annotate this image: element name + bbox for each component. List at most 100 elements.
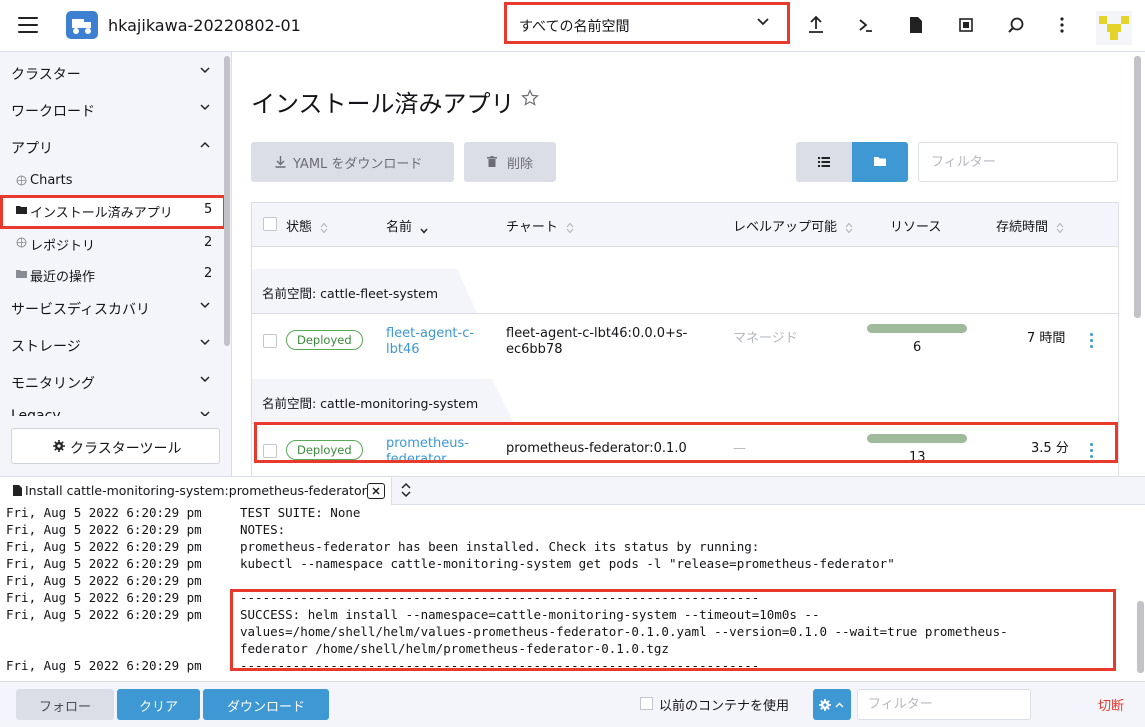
- log-timestamp: Fri, Aug 5 2022 6:20:29 pm: [6, 522, 202, 537]
- clear-button[interactable]: クリア: [117, 689, 200, 720]
- main-content: インストール済みアプリ YAML をダウンロード 削除 状態 名前 チャート: [232, 52, 1145, 476]
- filter-input[interactable]: [918, 142, 1118, 182]
- log-timestamp: Fri, Aug 5 2022 6:20:29 pm: [6, 658, 202, 673]
- upload-icon[interactable]: [805, 14, 827, 36]
- user-avatar[interactable]: [1096, 11, 1132, 45]
- log-timestamp: Fri, Aug 5 2022 6:20:29 pm: [6, 573, 202, 588]
- column-chart[interactable]: チャート: [506, 216, 574, 235]
- sidebar-item-installed-apps[interactable]: インストール済みアプリ 5: [0, 195, 226, 229]
- upgradable-value: マネージド: [733, 331, 798, 346]
- app-name-link[interactable]: fleet-agent-c- lbt46: [386, 326, 474, 358]
- file-icon[interactable]: [905, 14, 927, 36]
- file-icon: [13, 485, 22, 496]
- group-by-namespace-toggle[interactable]: [852, 142, 908, 182]
- main-scrollbar[interactable]: [1134, 56, 1141, 318]
- sidebar: クラスター ワークロード アプリ Charts インストール済みアプリ 5 レポ…: [0, 52, 232, 476]
- disconnect-link[interactable]: 切断: [1098, 695, 1124, 714]
- gear-icon: [53, 440, 65, 452]
- list-view-toggle[interactable]: [796, 142, 852, 182]
- trash-icon: [487, 156, 497, 167]
- log-line: prometheus-federator has been installed.…: [240, 539, 760, 554]
- star-icon[interactable]: [521, 89, 539, 107]
- sidebar-item-repositories[interactable]: レポジトリ 2: [0, 228, 222, 258]
- chevron-down-icon: [200, 67, 210, 74]
- sidebar-item-recent-operations[interactable]: 最近の操作 2: [0, 259, 222, 289]
- chevron-down-icon: [200, 411, 210, 416]
- log-filter-input[interactable]: [857, 689, 1031, 720]
- namespace-group-header: 名前空間: cattle-fleet-system: [252, 269, 1118, 313]
- terminal-footer: フォロー クリア ダウンロード 以前のコンテナを使用 切断: [0, 681, 1145, 727]
- log-line: kubectl --namespace cattle-monitoring-sy…: [240, 556, 895, 571]
- sidebar-group-service-discovery[interactable]: サービスディスカバリ: [0, 289, 222, 325]
- cluster-name: hkajikawa-20220802-01: [108, 16, 301, 35]
- follow-button[interactable]: フォロー: [16, 689, 114, 720]
- globe-icon: [16, 175, 27, 186]
- expand-collapse-icon[interactable]: [400, 481, 412, 499]
- row-checkbox[interactable]: [263, 334, 277, 348]
- log-line: TEST SUITE: None: [240, 505, 361, 520]
- download-yaml-button[interactable]: YAML をダウンロード: [251, 142, 454, 182]
- sidebar-group-monitoring[interactable]: モニタリング: [0, 363, 222, 399]
- menu-icon[interactable]: [18, 17, 38, 33]
- sort-icon: [845, 222, 853, 233]
- log-settings-button[interactable]: [813, 689, 851, 720]
- chevron-down-icon: [200, 376, 210, 383]
- list-icon: [818, 157, 830, 167]
- sidebar-scrollbar[interactable]: [224, 56, 230, 346]
- more-vertical-icon[interactable]: [1051, 14, 1073, 36]
- log-timestamp: Fri, Aug 5 2022 6:20:29 pm: [6, 539, 202, 554]
- terminal-scrollbar[interactable]: [1137, 601, 1144, 673]
- sidebar-group-storage[interactable]: ストレージ: [0, 326, 222, 362]
- column-state[interactable]: 状態: [286, 216, 328, 235]
- search-icon[interactable]: [1005, 14, 1027, 36]
- table-row: Deployed fleet-agent-c- lbt46 fleet-agen…: [252, 313, 1118, 369]
- cluster-logo-icon: [66, 11, 98, 39]
- previous-container-checkbox[interactable]: [640, 697, 653, 710]
- chevron-down-icon: [200, 339, 210, 346]
- sidebar-group-apps[interactable]: アプリ: [0, 128, 222, 164]
- copy-kubeconfig-icon[interactable]: [955, 14, 977, 36]
- chevron-down-icon: [200, 302, 210, 309]
- namespace-group-header: 名前空間: cattle-monitoring-system: [252, 379, 1118, 423]
- age-value: 7 時間: [1027, 331, 1066, 346]
- sidebar-group-cluster[interactable]: クラスター: [0, 54, 222, 90]
- terminal-log-output[interactable]: Fri, Aug 5 2022 6:20:29 pm TEST SUITE: N…: [0, 505, 1145, 681]
- cluster-tools-button[interactable]: クラスターツール: [11, 428, 220, 464]
- close-tab-button[interactable]: [367, 483, 385, 499]
- download-button[interactable]: ダウンロード: [203, 689, 329, 720]
- terminal-tab[interactable]: Install cattle-monitoring-system:prometh…: [0, 477, 392, 505]
- globe-icon: [16, 237, 27, 248]
- chevron-down-icon: [757, 18, 769, 26]
- sidebar-group-legacy[interactable]: Legacy: [0, 400, 222, 416]
- delete-button[interactable]: 削除: [464, 142, 556, 182]
- log-timestamp: Fri, Aug 5 2022 6:20:29 pm: [6, 505, 202, 520]
- chevron-up-icon: [200, 141, 210, 148]
- column-upgradable[interactable]: レベルアップ可能: [733, 216, 853, 235]
- log-line: NOTES:: [240, 522, 286, 537]
- log-highlight-annotation: [230, 589, 1116, 671]
- log-timestamp: Fri, Aug 5 2022 6:20:29 pm: [6, 590, 202, 605]
- top-header: hkajikawa-20220802-01 すべての名前空間: [0, 0, 1145, 52]
- sidebar-item-charts[interactable]: Charts: [0, 166, 222, 196]
- previous-container-label: 以前のコンテナを使用: [659, 699, 790, 714]
- sort-down-icon: [420, 228, 428, 234]
- log-timestamp: Fri, Aug 5 2022 6:20:29 pm: [6, 556, 202, 571]
- sidebar-group-workloads[interactable]: ワークロード: [0, 91, 222, 127]
- column-name[interactable]: 名前: [386, 216, 428, 235]
- row-actions-icon[interactable]: [1084, 332, 1098, 350]
- select-all-checkbox[interactable]: [263, 217, 277, 231]
- page-title: インストール済みアプリ: [251, 90, 515, 118]
- column-age[interactable]: 存続時間: [996, 216, 1064, 235]
- sort-icon: [566, 222, 574, 233]
- column-resources: リソース: [890, 220, 942, 235]
- namespace-select[interactable]: すべての名前空間: [504, 2, 790, 44]
- log-timestamp: Fri, Aug 5 2022 6:20:29 pm: [6, 607, 202, 622]
- resource-count: 6: [913, 340, 922, 355]
- chart-version: fleet-agent-c-lbt46:0.0.0+s- ec6bb78: [506, 326, 688, 357]
- kubectl-shell-icon[interactable]: [855, 14, 877, 36]
- download-icon: [275, 156, 286, 168]
- terminal-tab-bar: Install cattle-monitoring-system:prometh…: [0, 476, 1145, 505]
- folder-icon: [16, 206, 27, 214]
- folder-icon: [16, 270, 27, 278]
- table-header: 状態 名前 チャート レベルアップ可能 リソース 存続時間: [252, 203, 1118, 247]
